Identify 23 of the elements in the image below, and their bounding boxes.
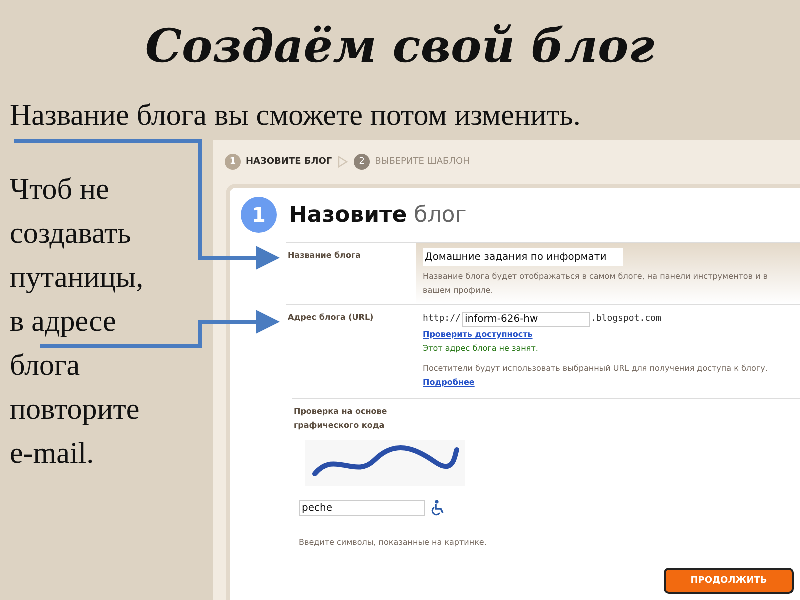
more-info-link[interactable]: Подробнее xyxy=(423,378,475,387)
wizard-step[interactable]: 1 НАЗОВИТЕ БЛОГ xyxy=(225,154,332,170)
wheelchair-icon[interactable] xyxy=(431,500,445,516)
field-hint: Посетители будут использовать выбранный URL для получения доступа к блогу. xyxy=(423,363,769,375)
field-label: Название блога xyxy=(287,250,362,262)
field-hint: Название блога будет отображаться в самом блоге, на панели инструментов и в вашем профиле. xyxy=(423,271,769,297)
url-suffix: .blogspot.com xyxy=(590,314,662,324)
field-hint: Введите символы, показанные на картинке. xyxy=(299,537,488,549)
field-label: Проверка на основе графического кода xyxy=(293,406,388,432)
check-availability-link[interactable]: Проверить доступность xyxy=(423,330,533,339)
form-heading: Назовите блог xyxy=(289,202,467,228)
field-label: Адрес блога (URL) xyxy=(287,312,375,324)
slide-subtitle: Название блога вы сможете потом изменить. xyxy=(9,98,582,134)
url-prefix: http:// xyxy=(423,314,461,324)
blog-url-field[interactable]: inform-626-hw xyxy=(462,312,590,326)
play-arrow-icon xyxy=(338,156,348,168)
captcha-field[interactable]: peche xyxy=(299,500,425,516)
wizard-step[interactable]: 2 ВЫБЕРИТЕ ШАБЛОН xyxy=(354,154,470,170)
side-note: Чтоб не создавать путаницы, в адресе блога повторите e-mail. xyxy=(10,172,145,472)
blog-name-field[interactable]: Домашние задания по информати xyxy=(423,248,623,266)
availability-status: Этот адрес блога не занят. xyxy=(423,343,540,355)
step-number-badge: 1 xyxy=(241,197,277,233)
slide-title: Создаём свой блог xyxy=(144,18,656,75)
